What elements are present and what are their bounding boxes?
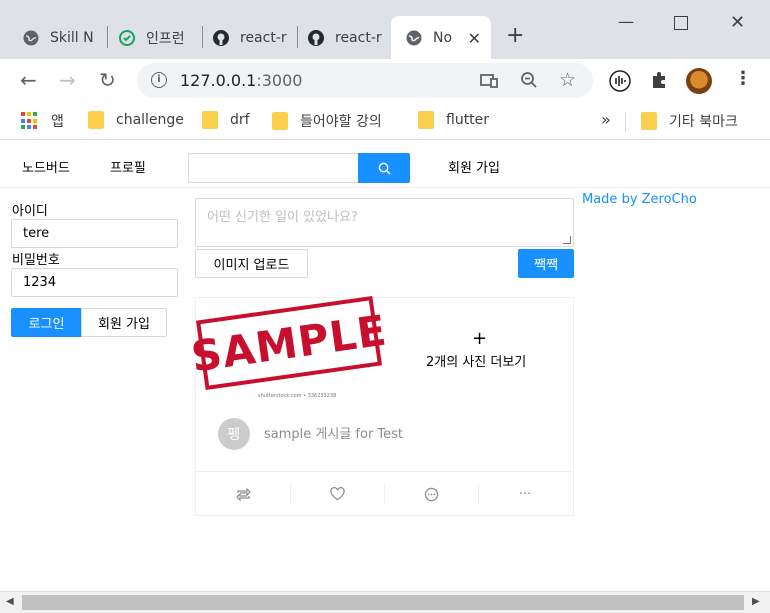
bookmark-label: 앱	[51, 114, 64, 130]
bookmark-label: 들어야할 강의	[300, 114, 382, 130]
close-tab-icon[interactable]: ✕	[468, 29, 481, 48]
message-icon	[424, 487, 438, 501]
profile-avatar[interactable]	[686, 68, 712, 94]
site-info-icon[interactable]: i	[151, 72, 167, 88]
window-close-icon[interactable]: ✕	[730, 12, 745, 33]
extension-audio-icon[interactable]	[609, 70, 631, 92]
address-url[interactable]: 127.0.0.1:3000	[180, 71, 302, 90]
url-port: :3000	[256, 71, 303, 90]
login-button[interactable]: 로그인	[11, 308, 82, 337]
folder-icon	[641, 112, 657, 130]
author-avatar: 펭	[218, 418, 250, 450]
bookmarks-overflow-button[interactable]: »	[601, 110, 611, 129]
id-label: 아이디	[12, 204, 48, 219]
tab-label: react-r	[335, 29, 382, 46]
signup-button[interactable]: 회원 가입	[81, 308, 167, 337]
url-host: 127.0.0.1	[180, 71, 257, 90]
apps-grid-icon	[21, 112, 39, 130]
bookmark-flutter[interactable]: flutter	[418, 111, 489, 129]
ellipsis-icon: ···	[518, 486, 532, 502]
tab-label: No	[433, 29, 453, 46]
post-actions: ···	[196, 471, 573, 515]
search-input[interactable]	[188, 153, 359, 183]
post-content: sample 게시글 for Test	[264, 427, 404, 442]
scrollbar-thumb[interactable]	[22, 595, 744, 610]
browser-menu-icon[interactable]: ⋮	[734, 68, 752, 89]
bookmark-label: drf	[230, 112, 250, 128]
browser-toolbar: ← → ↻ i 127.0.0.1:3000 ☆ ⋮	[0, 59, 770, 103]
minimize-icon[interactable]: —	[618, 12, 634, 31]
retweet-icon	[235, 487, 251, 501]
bookmark-label: challenge	[116, 112, 184, 128]
credit-link[interactable]: Made by ZeroCho	[582, 192, 697, 207]
inflearn-icon	[119, 29, 135, 46]
address-bar[interactable]: i 127.0.0.1:3000 ☆	[137, 63, 593, 98]
zoom-out-icon[interactable]	[520, 71, 538, 89]
folder-icon	[272, 112, 288, 130]
new-tab-button[interactable]: +	[506, 25, 524, 47]
bookmark-lectures[interactable]: 들어야할 강의	[272, 111, 382, 131]
forward-arrow-icon[interactable]: →	[59, 69, 76, 91]
back-arrow-icon[interactable]: ←	[20, 69, 37, 91]
submit-post-button[interactable]: 짹짹	[518, 249, 574, 278]
github-icon	[308, 29, 324, 46]
post-placeholder: 어떤 신기한 일이 있었나요?	[207, 210, 358, 225]
nav-profile-link[interactable]: 프로필	[110, 157, 146, 176]
web-page: 노드버드 프로필 회원 가입 아이디 tere 비밀번호 1234 로그인 회원…	[0, 141, 770, 591]
bookmarks-bar: 앱 challenge drf 들어야할 강의 flutter » 기타 북마크	[0, 103, 770, 140]
tab-label: 인프런	[146, 30, 185, 47]
tab-inflearn[interactable]: 인프런	[104, 16, 198, 59]
tab-skill[interactable]: Skill N	[8, 16, 98, 59]
cast-icon[interactable]	[480, 73, 498, 89]
post-image[interactable]: SAMPLE	[188, 295, 390, 391]
password-field[interactable]: 1234	[11, 268, 178, 297]
nav-signup-link[interactable]: 회원 가입	[448, 157, 500, 176]
app-menu: 노드버드 프로필 회원 가입	[0, 141, 770, 188]
globe-icon	[406, 30, 422, 45]
folder-icon	[88, 111, 104, 129]
search-button[interactable]	[358, 153, 410, 183]
bookmark-other[interactable]: 기타 북마크	[641, 111, 738, 131]
search-icon	[378, 162, 391, 175]
extensions-puzzle-icon[interactable]	[650, 71, 668, 89]
heart-icon	[329, 487, 345, 501]
folder-icon	[202, 111, 218, 129]
post-card: SAMPLE shutterstock.com • 336233238 + 2개…	[188, 295, 574, 516]
like-button[interactable]	[290, 484, 384, 504]
comment-button[interactable]	[384, 484, 478, 504]
tab-active[interactable]: No ✕	[391, 16, 491, 59]
maximize-icon[interactable]	[674, 16, 688, 30]
nav-home-link[interactable]: 노드버드	[22, 157, 70, 176]
bookmark-star-icon[interactable]: ☆	[559, 69, 576, 91]
bookmark-apps[interactable]: 앱	[21, 111, 64, 131]
post-textarea[interactable]: 어떤 신기한 일이 있었나요?	[195, 198, 574, 247]
tab-github-1[interactable]: react-r	[198, 16, 294, 59]
id-field[interactable]: tere	[11, 219, 178, 248]
bookmark-label: flutter	[446, 112, 490, 128]
bookmark-drf[interactable]: drf	[202, 111, 250, 129]
github-icon	[213, 29, 229, 46]
browser-tab-strip: Skill N 인프런 react-r react-r No ✕ + — ✕	[0, 0, 770, 59]
more-options-button[interactable]: ···	[478, 484, 572, 504]
tab-label: react-r	[240, 29, 287, 46]
globe-icon	[23, 30, 39, 45]
resize-grip-icon[interactable]	[563, 236, 571, 244]
scroll-left-icon[interactable]: ◀	[6, 596, 14, 607]
tab-label: Skill N	[50, 29, 94, 46]
more-images-link[interactable]: 2개의 사진 더보기	[426, 351, 526, 370]
reload-icon[interactable]: ↻	[99, 69, 116, 91]
plus-icon[interactable]: +	[472, 328, 487, 349]
bookmark-label: 기타 북마크	[669, 114, 738, 130]
scroll-right-icon[interactable]: ▶	[752, 596, 760, 607]
horizontal-scrollbar[interactable]: ◀ ▶	[0, 591, 770, 613]
bookmarks-divider	[625, 112, 626, 132]
image-caption: shutterstock.com • 336233238	[258, 393, 337, 399]
sample-stamp-text: SAMPLE	[188, 305, 390, 381]
retweet-button[interactable]	[196, 484, 290, 504]
folder-icon	[418, 111, 434, 129]
password-label: 비밀번호	[12, 253, 60, 268]
upload-image-button[interactable]: 이미지 업로드	[195, 249, 308, 278]
tab-github-2[interactable]: react-r	[293, 16, 389, 59]
bookmark-challenge[interactable]: challenge	[88, 111, 184, 129]
